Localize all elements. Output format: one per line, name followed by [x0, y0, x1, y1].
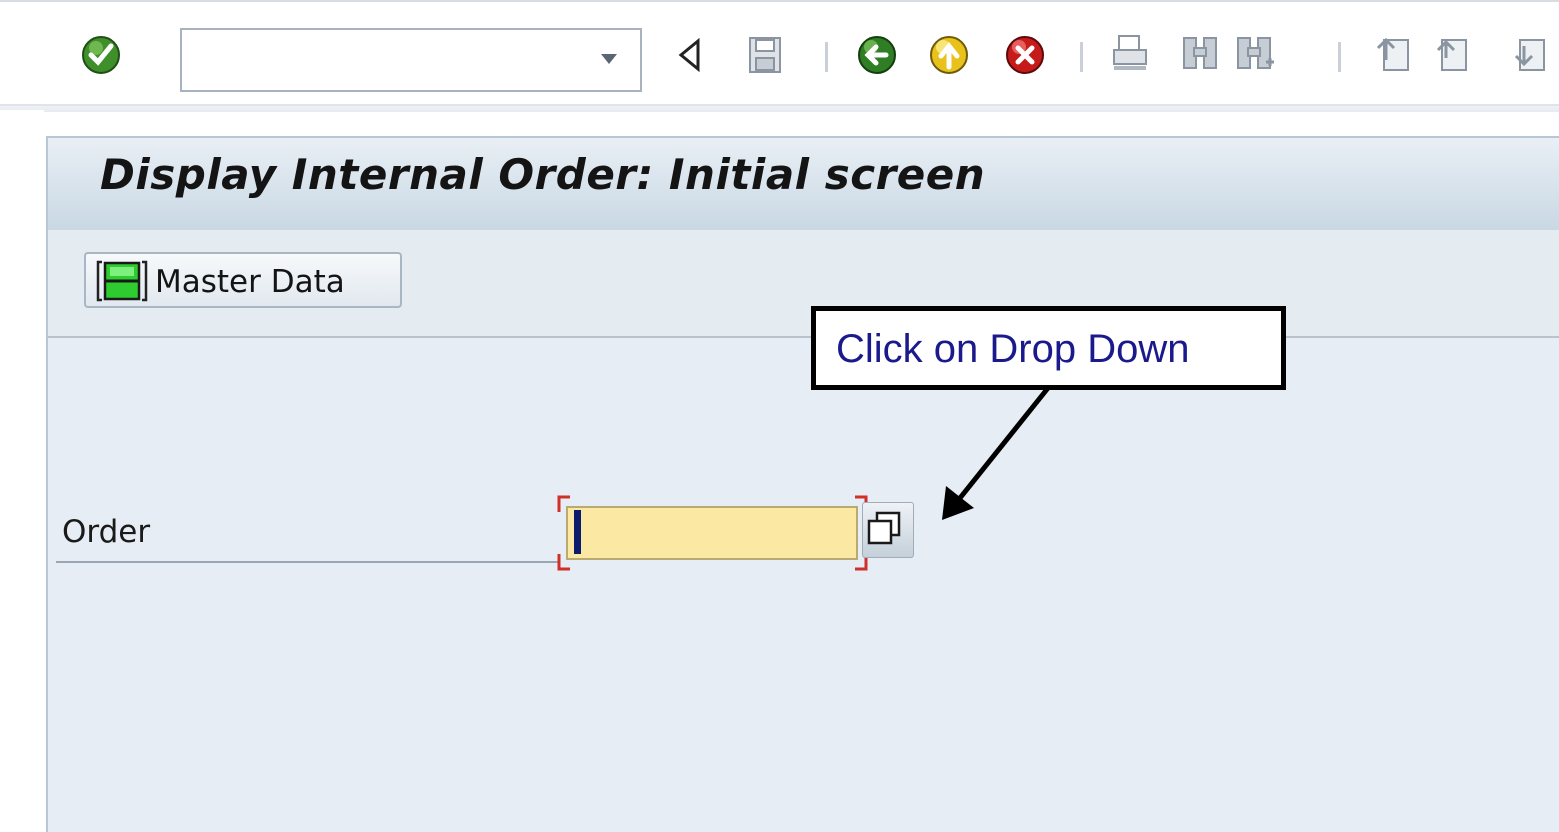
exit-icon[interactable]: [928, 34, 970, 76]
order-value-help-button[interactable]: [862, 502, 914, 558]
callout-text: Click on Drop Down: [836, 327, 1190, 371]
previous-page-icon[interactable]: [1432, 34, 1470, 74]
find-next-icon[interactable]: [1236, 34, 1276, 74]
command-input[interactable]: [190, 30, 594, 88]
order-label: Order: [62, 514, 151, 550]
command-dropdown-icon[interactable]: [600, 53, 618, 65]
required-field-marker: [557, 495, 868, 571]
page-title: Display Internal Order: Initial screen: [100, 150, 986, 199]
value-help-icon: [867, 511, 901, 545]
next-page-icon[interactable]: [1510, 34, 1559, 74]
master-data-button[interactable]: Master Data: [84, 252, 402, 308]
first-page-icon[interactable]: [1374, 34, 1412, 74]
callout-arrow: [942, 386, 1050, 520]
back-icon[interactable]: [856, 34, 898, 76]
save-icon[interactable]: [748, 36, 782, 74]
master-data-label: Master Data: [155, 264, 345, 300]
toolbar-divider: [0, 104, 1559, 112]
toolbar-separator: [1338, 42, 1341, 72]
master-data-icon: [96, 260, 148, 302]
cancel-icon[interactable]: [1004, 34, 1046, 76]
sap-window: Display Internal Order: Initial screen M…: [0, 0, 1559, 832]
left-gutter: [0, 110, 44, 832]
toolbar-separator: [825, 42, 828, 72]
find-icon[interactable]: [1182, 34, 1218, 74]
instruction-callout: Click on Drop Down: [811, 306, 1286, 390]
main-content: [46, 338, 1559, 832]
order-label-underline: [56, 561, 560, 563]
collapse-arrow-icon[interactable]: [676, 38, 702, 72]
toolbar-separator: [1080, 42, 1083, 72]
command-field[interactable]: [180, 28, 642, 92]
print-icon[interactable]: [1112, 34, 1148, 74]
application-toolbar: Master Data: [46, 230, 1559, 338]
title-bar: Display Internal Order: Initial screen: [46, 136, 1559, 230]
system-toolbar: [0, 0, 1559, 106]
enter-check-icon[interactable]: [80, 34, 122, 76]
